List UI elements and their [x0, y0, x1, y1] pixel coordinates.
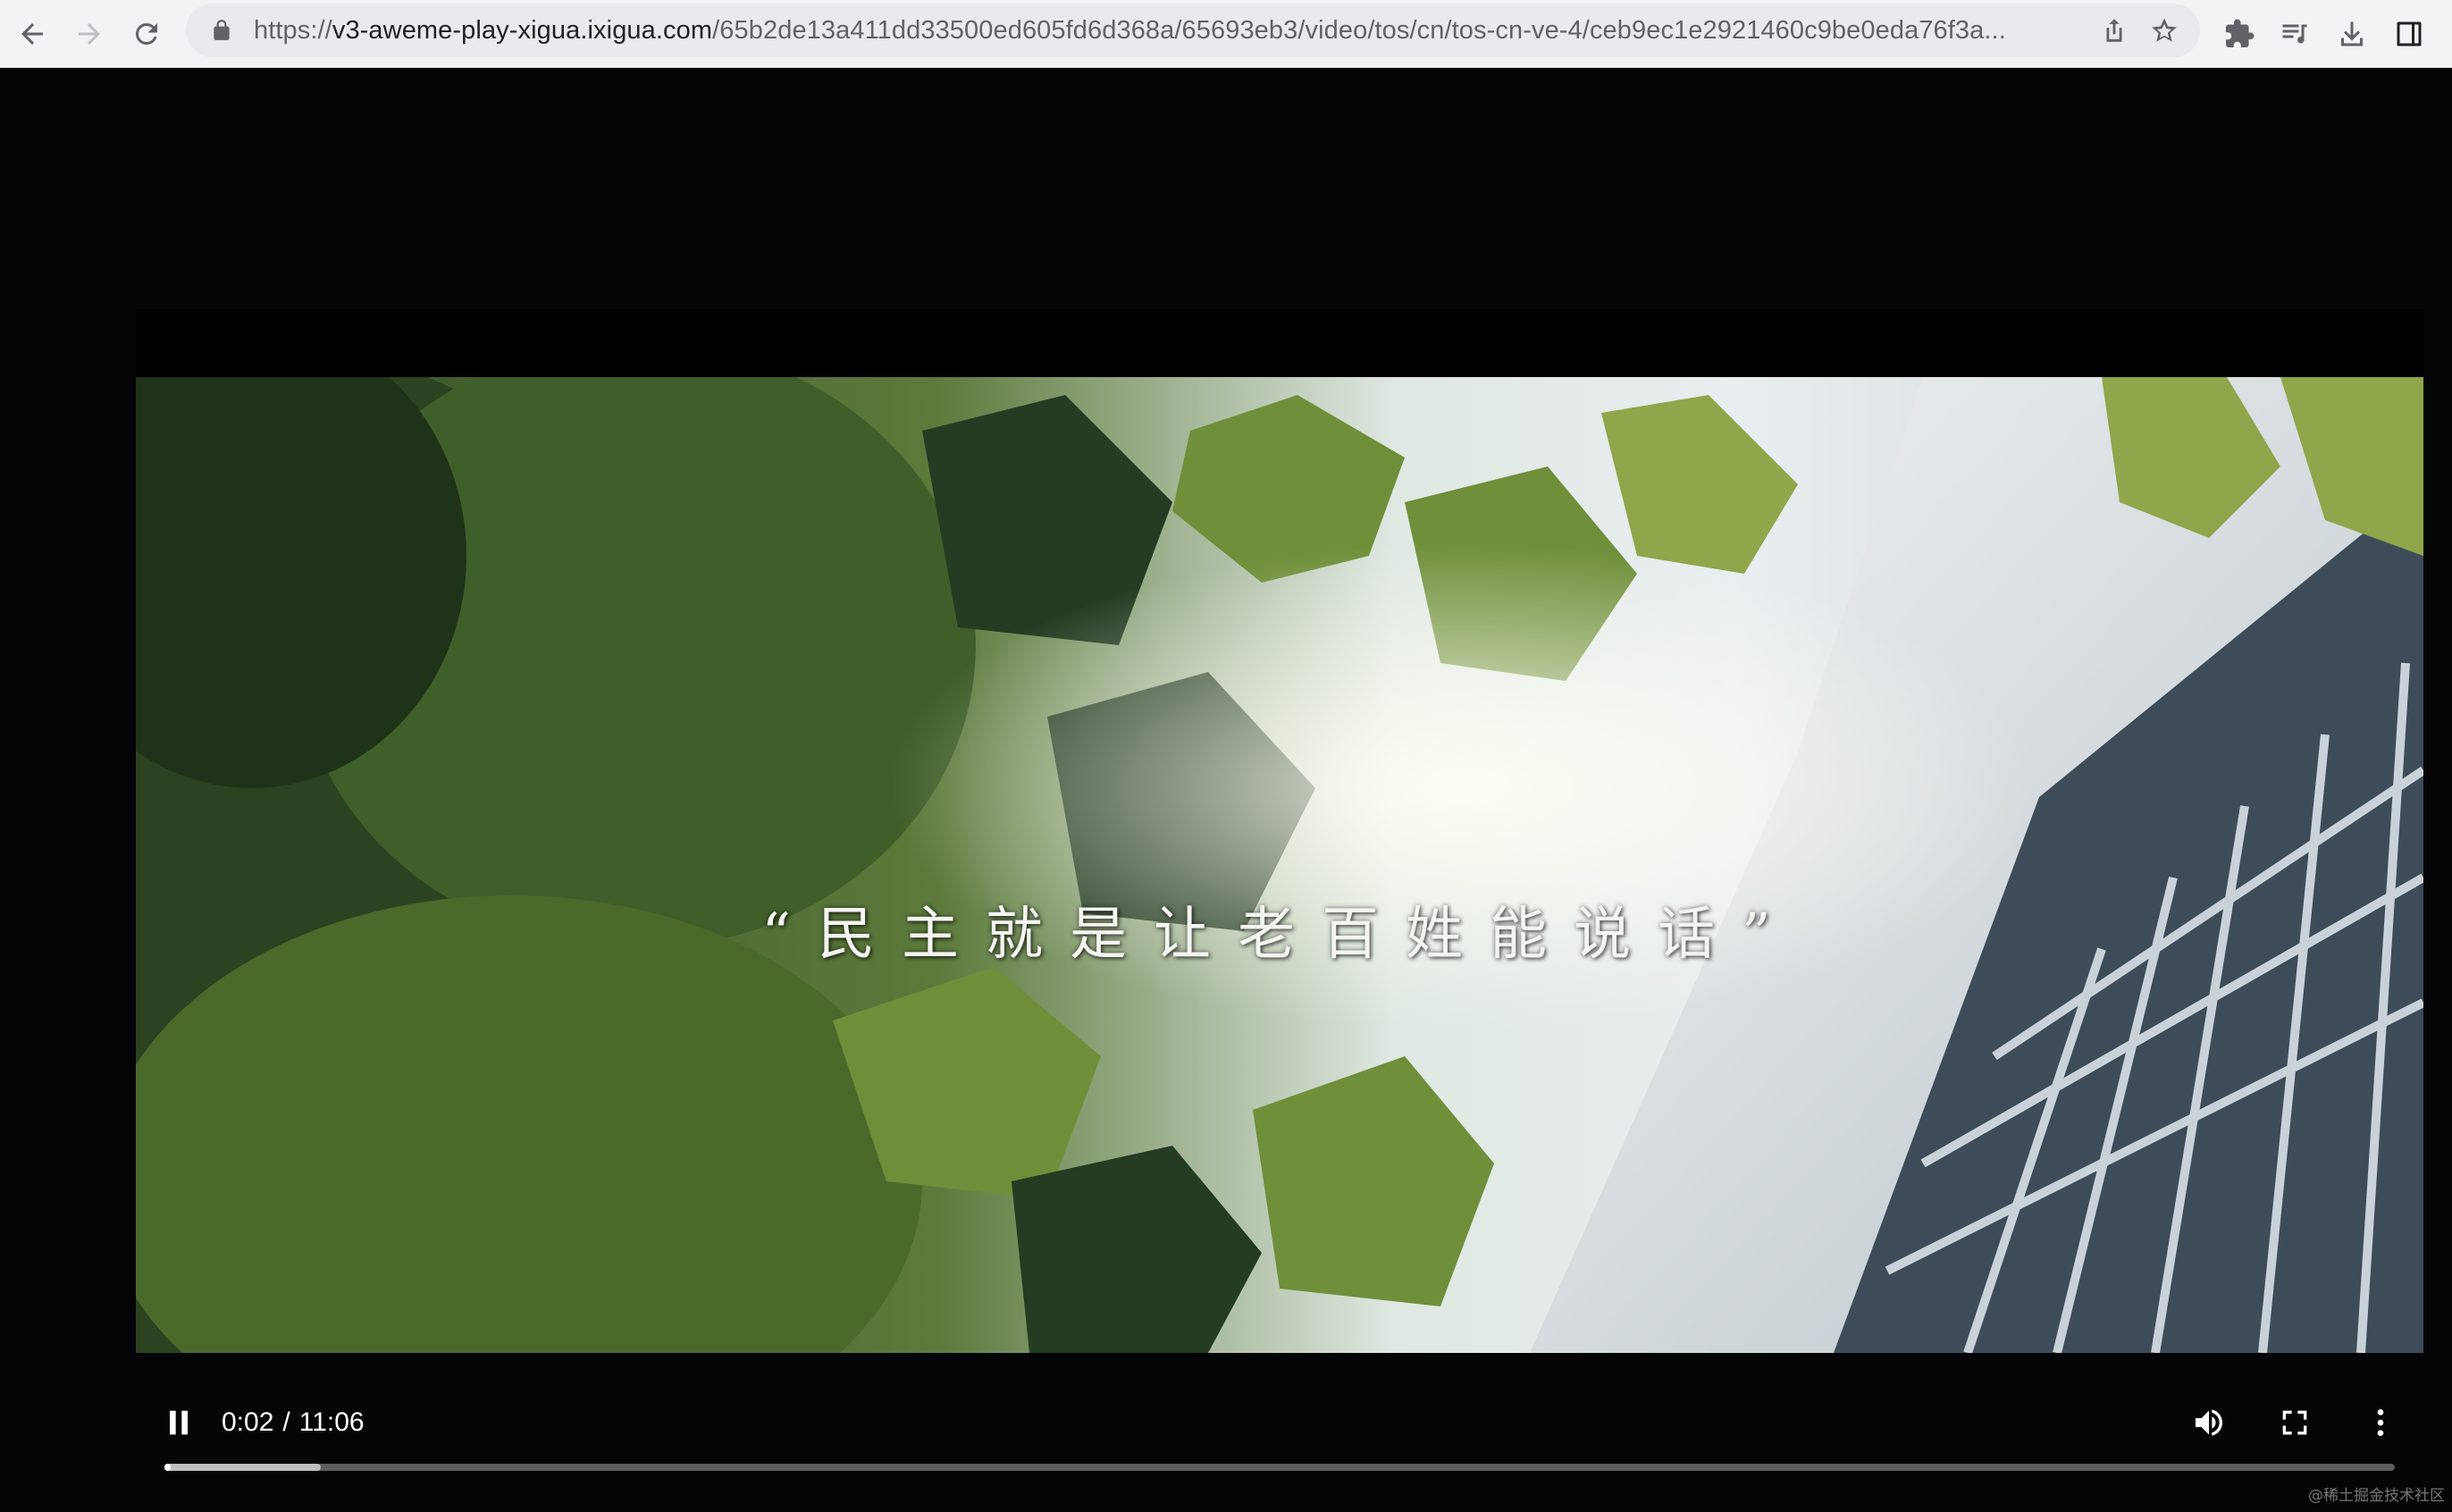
- reload-icon: [135, 22, 157, 45]
- back-icon: [21, 23, 43, 45]
- forward-button[interactable]: [64, 9, 114, 59]
- fullscreen-button[interactable]: [2266, 1394, 2323, 1451]
- media-control-button[interactable]: [2270, 9, 2320, 59]
- video-picture[interactable]: “民主就是让老百姓能说话”: [136, 377, 2423, 1353]
- bookmark-button[interactable]: [2139, 5, 2189, 55]
- more-options-icon: [2377, 1409, 2384, 1436]
- time-display: 0:02 / 11:06: [222, 1407, 365, 1439]
- fullscreen-icon: [2282, 1410, 2307, 1435]
- video-frame[interactable]: “民主就是让老百姓能说话”: [136, 309, 2423, 1353]
- volume-button[interactable]: [2180, 1394, 2238, 1451]
- duration: 11:06: [298, 1407, 365, 1437]
- share-button[interactable]: [2089, 5, 2139, 55]
- extensions-icon: [2226, 19, 2255, 47]
- star-icon: [2152, 18, 2177, 42]
- extensions-button[interactable]: [2214, 9, 2264, 59]
- back-button[interactable]: [7, 9, 57, 59]
- media-control-icon: [2282, 24, 2307, 44]
- share-icon: [2106, 19, 2122, 42]
- progress-buffered: [164, 1464, 321, 1471]
- lock-icon[interactable]: [207, 16, 236, 45]
- progress-bar[interactable]: [164, 1464, 2395, 1471]
- pause-icon: [170, 1410, 188, 1435]
- forward-icon: [79, 23, 100, 45]
- pause-button[interactable]: [150, 1394, 207, 1451]
- video-subtitle: “民主就是让老百姓能说话”: [761, 902, 1798, 968]
- url-scheme: https://: [254, 15, 332, 45]
- reload-button[interactable]: [122, 9, 172, 59]
- watermark: @稀土掘金技术社区: [2308, 1487, 2445, 1505]
- browser-toolbar: https://v3-aweme-play-xigua.ixigua.com/6…: [0, 0, 2452, 68]
- url-text[interactable]: https://v3-aweme-play-xigua.ixigua.com/6…: [254, 16, 2089, 46]
- download-button[interactable]: [2327, 9, 2377, 59]
- volume-icon: [2196, 1409, 2222, 1436]
- video-player[interactable]: “民主就是让老百姓能说话” 0:02 / 11:06 @稀土掘金技术社区: [0, 68, 2452, 1512]
- url-path: /65b2de13a411dd33500ed605fd6d368a/65693e…: [712, 15, 2006, 45]
- more-options-button[interactable]: [2352, 1394, 2409, 1451]
- side-panel-icon: [2397, 21, 2422, 46]
- current-time: 0:02: [222, 1407, 274, 1437]
- side-panel-button[interactable]: [2384, 9, 2434, 59]
- time-separator: /: [282, 1407, 290, 1437]
- browser-window: https://v3-aweme-play-xigua.ixigua.com/6…: [0, 0, 2452, 1512]
- address-bar[interactable]: https://v3-aweme-play-xigua.ixigua.com/6…: [186, 4, 2200, 57]
- download-icon: [2341, 21, 2363, 46]
- player-controls: 0:02 / 11:06: [0, 1357, 2452, 1499]
- video-scene: [136, 377, 2423, 1353]
- url-host: v3-aweme-play-xigua.ixigua.com: [332, 15, 713, 45]
